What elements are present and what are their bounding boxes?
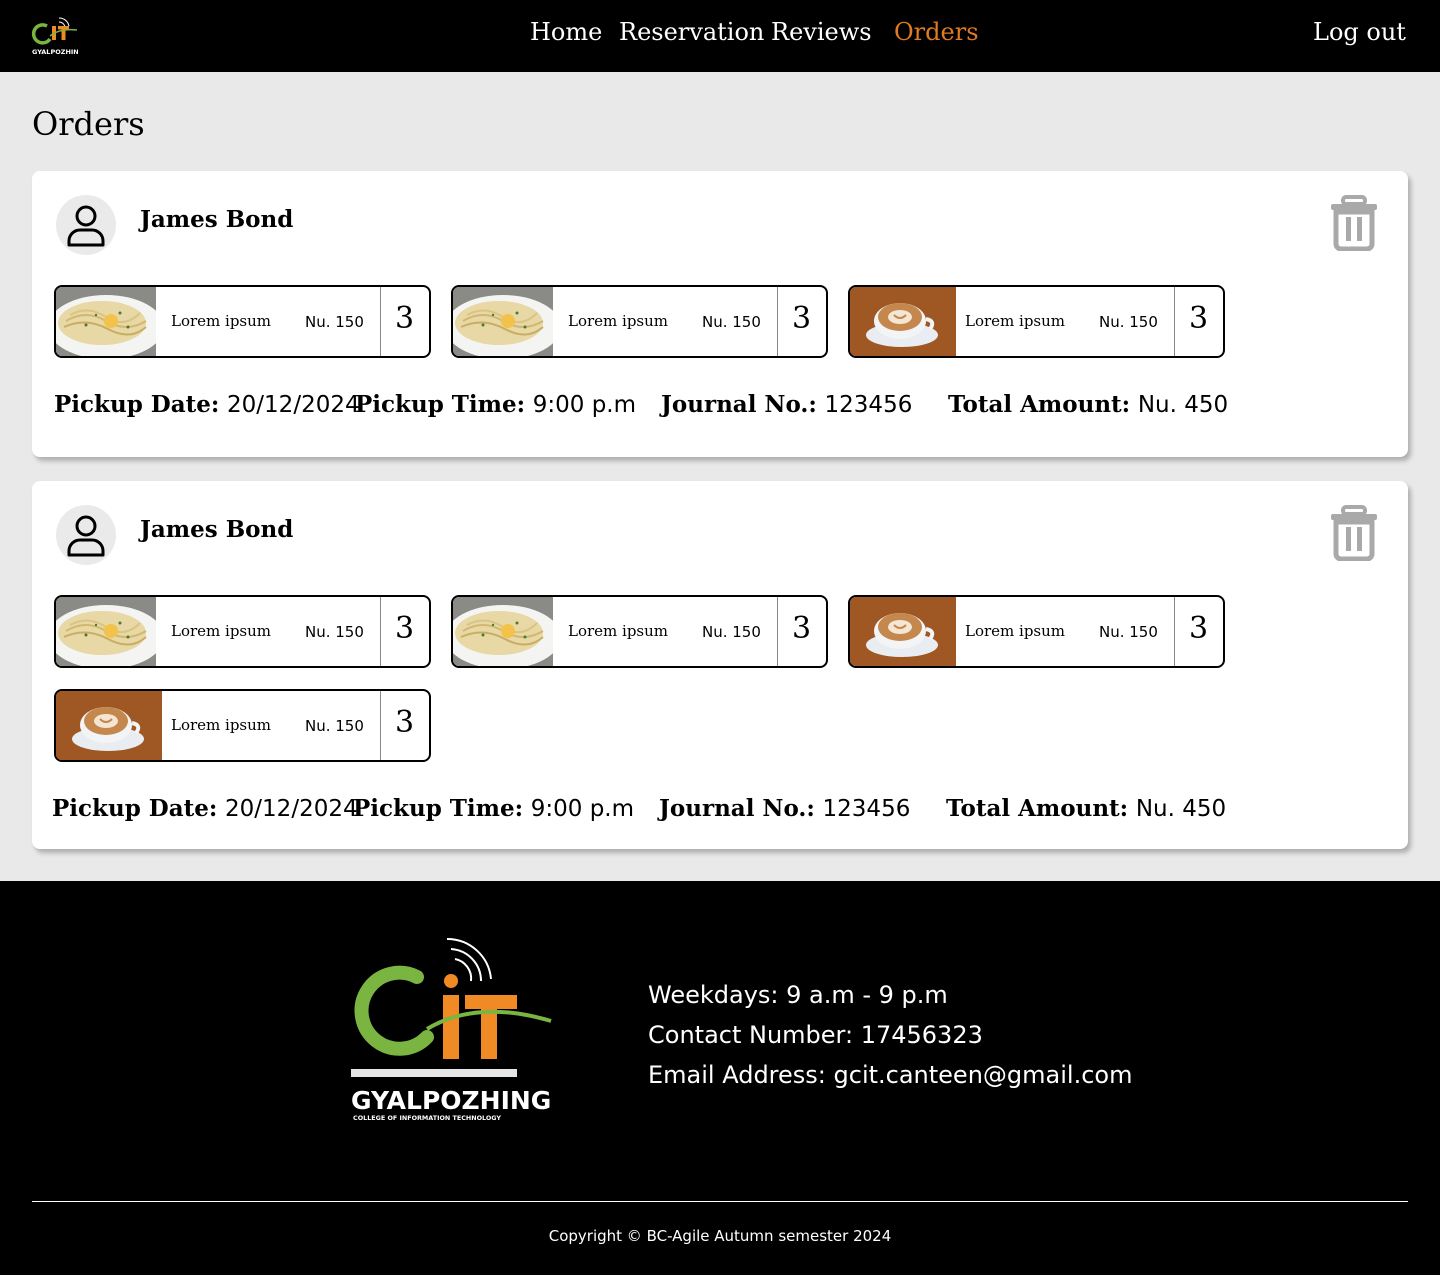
gcit-logo: GYALPOZHING COLLEGE OF INFORMATION TECHN… bbox=[351, 937, 552, 1122]
pickup-time: Pickup Time: 9:00 p.m bbox=[353, 794, 634, 822]
total-value: Nu. 450 bbox=[1135, 796, 1227, 822]
pasta-image bbox=[453, 597, 553, 666]
coffee-image bbox=[56, 691, 162, 760]
total-value: Nu. 450 bbox=[1137, 392, 1229, 418]
item-quantity: 3 bbox=[394, 705, 415, 740]
item-price: Nu. 150 bbox=[702, 623, 761, 641]
nav-reviews[interactable]: Reviews bbox=[771, 18, 872, 46]
user-avatar bbox=[56, 195, 116, 255]
item-quantity: 3 bbox=[394, 611, 415, 646]
item-name: Lorem ipsum bbox=[171, 716, 272, 734]
trash-icon[interactable] bbox=[1328, 505, 1380, 561]
pickup-time-value: 9:00 p.m bbox=[530, 796, 635, 822]
order-item: Lorem ipsum Nu. 150 3 bbox=[451, 595, 828, 668]
order-card: James Bond Lorem ipsum Nu. 150 3 Lorem i… bbox=[32, 481, 1408, 849]
item-price: Nu. 150 bbox=[305, 313, 364, 331]
item-price: Nu. 150 bbox=[305, 717, 364, 735]
order-item: Lorem ipsum Nu. 150 3 bbox=[54, 285, 431, 358]
user-avatar bbox=[56, 505, 116, 565]
divider bbox=[32, 1201, 1408, 1202]
journal-value: 123456 bbox=[822, 796, 911, 822]
order-item: Lorem ipsum Nu. 150 3 bbox=[54, 595, 431, 668]
item-name: Lorem ipsum bbox=[171, 622, 272, 640]
journal-number: Journal No.: 123456 bbox=[661, 390, 912, 418]
copyright: Copyright © BC-Agile Autumn semester 202… bbox=[548, 1227, 892, 1245]
coffee-image bbox=[850, 597, 956, 666]
item-quantity: 3 bbox=[791, 301, 812, 336]
item-name: Lorem ipsum bbox=[965, 622, 1066, 640]
item-name: Lorem ipsum bbox=[568, 622, 669, 640]
order-item: Lorem ipsum Nu. 150 3 bbox=[848, 595, 1225, 668]
page-title: Orders bbox=[32, 105, 145, 143]
journal-value: 123456 bbox=[824, 392, 913, 418]
journal-number: Journal No.: 123456 bbox=[659, 794, 910, 822]
order-item: Lorem ipsum Nu. 150 3 bbox=[848, 285, 1225, 358]
pasta-image bbox=[56, 287, 156, 356]
nav-reservation[interactable]: Reservation bbox=[619, 18, 764, 46]
customer-name: James Bond bbox=[140, 516, 294, 543]
svg-text:GYALPOZHING: GYALPOZHING bbox=[32, 48, 78, 56]
email-address: Email Address: gcit.canteen@gmail.com bbox=[648, 1061, 1133, 1089]
item-quantity: 3 bbox=[791, 611, 812, 646]
item-price: Nu. 150 bbox=[305, 623, 364, 641]
order-card: James Bond Lorem ipsum Nu. 150 3 Lorem i… bbox=[32, 171, 1408, 457]
svg-text:COLLEGE OF INFORMATION TECHNOL: COLLEGE OF INFORMATION TECHNOLOGY bbox=[353, 1114, 501, 1122]
pickup-date-value: 20/12/2024 bbox=[227, 392, 360, 418]
pickup-time: Pickup Time: 9:00 p.m bbox=[355, 390, 636, 418]
pasta-image bbox=[56, 597, 156, 666]
contact-number: Contact Number: 17456323 bbox=[648, 1021, 983, 1049]
trash-icon[interactable] bbox=[1328, 195, 1380, 251]
pickup-date-label: Pickup Date: bbox=[54, 391, 220, 418]
pasta-image bbox=[453, 287, 553, 356]
user-icon bbox=[65, 203, 107, 247]
pickup-date: Pickup Date: 20/12/2024 bbox=[54, 390, 360, 418]
journal-label: Journal No.: bbox=[659, 795, 815, 822]
pickup-date-label: Pickup Date: bbox=[52, 795, 218, 822]
order-item: Lorem ipsum Nu. 150 3 bbox=[451, 285, 828, 358]
item-quantity: 3 bbox=[394, 301, 415, 336]
item-quantity: 3 bbox=[1188, 301, 1209, 336]
pickup-time-label: Pickup Time: bbox=[353, 795, 524, 822]
opening-hours: Weekdays: 9 a.m - 9 p.m bbox=[648, 981, 948, 1009]
pickup-time-value: 9:00 p.m bbox=[532, 392, 637, 418]
nav-home[interactable]: Home bbox=[530, 18, 602, 46]
navbar: GYALPOZHING Home Reservation Reviews Ord… bbox=[0, 0, 1440, 72]
nav-orders[interactable]: Orders bbox=[894, 18, 979, 46]
item-price: Nu. 150 bbox=[1099, 623, 1158, 641]
total-amount: Total Amount: Nu. 450 bbox=[946, 794, 1226, 822]
pickup-date-value: 20/12/2024 bbox=[225, 796, 358, 822]
item-price: Nu. 150 bbox=[1099, 313, 1158, 331]
order-item: Lorem ipsum Nu. 150 3 bbox=[54, 689, 431, 762]
gcit-logo[interactable]: GYALPOZHING bbox=[30, 14, 78, 58]
item-name: Lorem ipsum bbox=[171, 312, 272, 330]
item-name: Lorem ipsum bbox=[568, 312, 669, 330]
total-label: Total Amount: bbox=[948, 391, 1131, 418]
journal-label: Journal No.: bbox=[661, 391, 817, 418]
customer-name: James Bond bbox=[140, 206, 294, 233]
total-amount: Total Amount: Nu. 450 bbox=[948, 390, 1228, 418]
item-price: Nu. 150 bbox=[702, 313, 761, 331]
item-name: Lorem ipsum bbox=[965, 312, 1066, 330]
pickup-time-label: Pickup Time: bbox=[355, 391, 526, 418]
coffee-image bbox=[850, 287, 956, 356]
svg-text:GYALPOZHING: GYALPOZHING bbox=[351, 1086, 551, 1115]
user-icon bbox=[65, 513, 107, 557]
logout-button[interactable]: Log out bbox=[1313, 18, 1406, 46]
footer: GYALPOZHING COLLEGE OF INFORMATION TECHN… bbox=[0, 881, 1440, 1275]
pickup-date: Pickup Date: 20/12/2024 bbox=[52, 794, 358, 822]
item-quantity: 3 bbox=[1188, 611, 1209, 646]
total-label: Total Amount: bbox=[946, 795, 1129, 822]
